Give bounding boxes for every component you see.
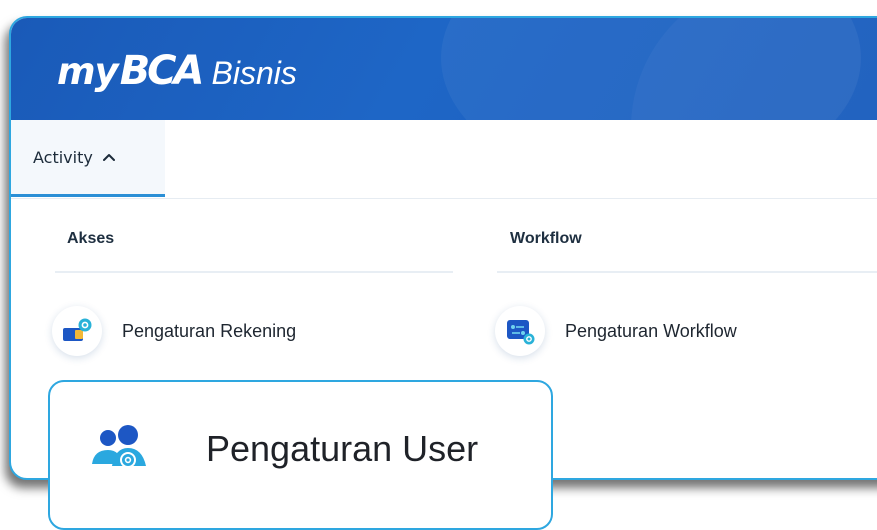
akses-divider (55, 271, 453, 273)
highlight-pengaturan-user[interactable]: Pengaturan User (48, 380, 553, 530)
menu-tab-bar: Activity (11, 120, 877, 199)
menu-item-label: Pengaturan Workflow (565, 320, 737, 341)
user-settings-icon (92, 425, 146, 468)
logo-bca: BCA (119, 48, 205, 94)
pengaturan-user-label: Pengaturan User (206, 428, 479, 469)
workflow-divider (497, 271, 877, 273)
app-header: my BCA Bisnis (11, 18, 877, 120)
mybca-bisnis-logo[interactable]: my BCA Bisnis (57, 48, 297, 94)
tab-activity-label: Activity (33, 147, 93, 167)
akses-heading: Akses (67, 230, 115, 247)
account-settings-icon (52, 306, 102, 356)
tab-activity[interactable]: Activity (11, 120, 165, 197)
workflow-settings-icon (495, 306, 545, 356)
chevron-up-icon (102, 154, 115, 161)
logo-bisnis: Bisnis (211, 55, 297, 91)
menu-item-label: Pengaturan Rekening (122, 320, 297, 341)
workflow-heading: Workflow (510, 230, 582, 247)
menu-item-pengaturan-rekening[interactable]: Pengaturan Rekening (52, 306, 296, 356)
header-decoration (631, 18, 877, 120)
menu-item-pengaturan-workflow[interactable]: Pengaturan Workflow (495, 306, 737, 356)
logo-my: my (57, 50, 119, 93)
